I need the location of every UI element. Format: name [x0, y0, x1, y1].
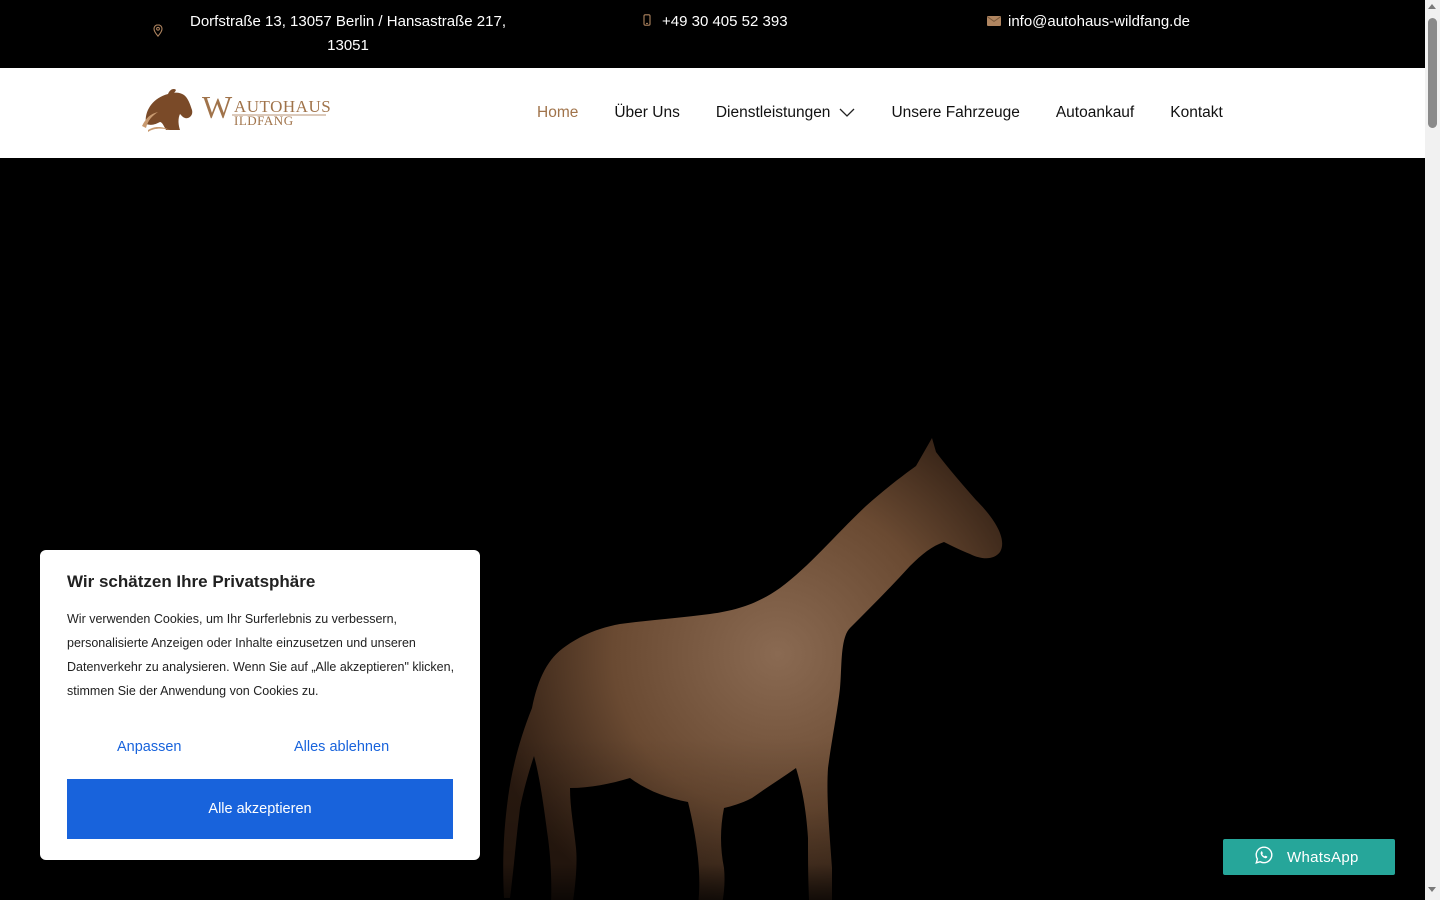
cookie-description: Wir verwenden Cookies, um Ihr Surferlebn…	[67, 612, 455, 698]
reject-all-button[interactable]: Alles ablehnen	[294, 739, 389, 755]
scrollbar-thumb[interactable]	[1428, 18, 1437, 128]
main-header: W AUTOHAUS ILDFANG Home Über Uns Dienstl…	[0, 68, 1425, 158]
scroll-down-arrow-icon[interactable]	[1428, 887, 1436, 892]
top-info-bar: Dorfstraße 13, 13057 Berlin / Hansastraß…	[0, 0, 1425, 68]
horse-silhouette-image	[470, 438, 1030, 900]
nav-item-unsere-fahrzeuge[interactable]: Unsere Fahrzeuge	[891, 104, 1019, 122]
main-navigation: Home Über Uns Dienstleistungen Unsere Fa…	[537, 68, 1223, 158]
phone-icon	[643, 10, 651, 34]
chevron-down-icon	[839, 104, 855, 122]
location-pin-icon	[153, 24, 163, 42]
cookie-consent-dialog: Wir schätzen Ihre Privatsphäre Wir verwe…	[40, 550, 480, 860]
site-logo[interactable]: W AUTOHAUS ILDFANG	[140, 86, 331, 138]
email-text: info@autohaus-wildfang.de	[1008, 13, 1191, 30]
nav-item-kontakt[interactable]: Kontakt	[1170, 104, 1223, 122]
email-link[interactable]: info@autohaus-wildfang.de	[987, 10, 1190, 34]
address-block: Dorfstraße 13, 13057 Berlin / Hansastraß…	[153, 10, 513, 58]
scroll-up-arrow-icon[interactable]	[1428, 4, 1436, 9]
whatsapp-button[interactable]: WhatsApp	[1223, 839, 1395, 875]
phone-link[interactable]: +49 30 405 52 393	[643, 10, 788, 34]
whatsapp-icon	[1255, 845, 1273, 869]
cookie-title: Wir schätzen Ihre Privatsphäre	[67, 572, 316, 591]
page-scrollbar[interactable]	[1425, 0, 1440, 900]
phone-text: +49 30 405 52 393	[662, 13, 788, 30]
logo-initial-w: W	[202, 89, 233, 125]
accept-all-button[interactable]: Alle akzeptieren	[67, 779, 453, 839]
nav-item-dienstleistungen[interactable]: Dienstleistungen	[716, 104, 856, 122]
address-text: Dorfstraße 13, 13057 Berlin / Hansastraß…	[190, 13, 506, 54]
mail-icon	[987, 10, 1001, 34]
nav-item-ueber-uns[interactable]: Über Uns	[614, 104, 679, 122]
whatsapp-label: WhatsApp	[1287, 848, 1359, 866]
customize-button[interactable]: Anpassen	[117, 739, 182, 755]
nav-item-home[interactable]: Home	[537, 104, 578, 122]
nav-item-autoankauf[interactable]: Autoankauf	[1056, 104, 1134, 122]
